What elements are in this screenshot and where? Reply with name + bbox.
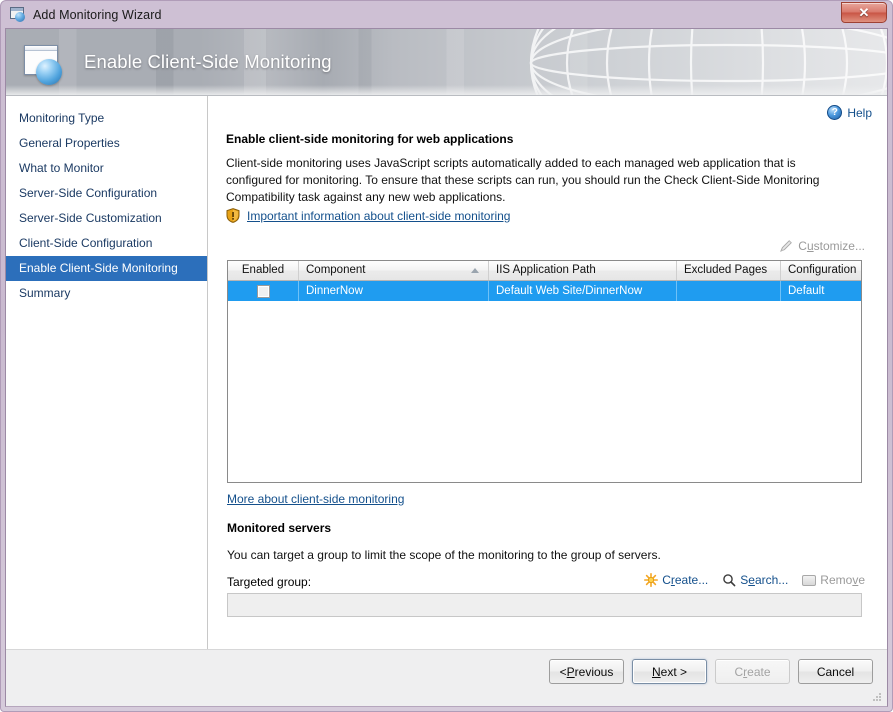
- column-header-iis-application-path[interactable]: IIS Application Path: [489, 261, 677, 280]
- create-group-button[interactable]: Create...: [644, 573, 708, 587]
- monitored-servers-description: You can target a group to limit the scop…: [227, 548, 661, 562]
- help-icon: ?: [827, 105, 842, 120]
- footer-buttons: < Previous Next > Create Cancel: [549, 659, 873, 684]
- table-row[interactable]: DinnerNow Default Web Site/DinnerNow Def…: [228, 281, 861, 302]
- customize-button[interactable]: Customize...: [779, 239, 865, 253]
- more-about-link[interactable]: More about client-side monitoring: [227, 492, 404, 506]
- grid-header-row: Enabled Component IIS Application Path E…: [228, 261, 861, 281]
- resize-grip[interactable]: [871, 691, 883, 703]
- row-iis-application-path-cell: Default Web Site/DinnerNow: [489, 281, 677, 301]
- close-button[interactable]: ✕: [841, 2, 887, 23]
- window-icon: [10, 7, 27, 22]
- client-area: Enable Client-Side Monitoring Monitoring…: [5, 28, 888, 707]
- wizard-window: Add Monitoring Wizard ✕: [0, 0, 893, 712]
- next-button[interactable]: Next >: [632, 659, 707, 684]
- content-pane: ? Help Enable client-side monitoring for…: [208, 96, 887, 649]
- title-bar: Add Monitoring Wizard ✕: [5, 1, 888, 28]
- cancel-button[interactable]: Cancel: [798, 659, 873, 684]
- column-header-excluded-pages[interactable]: Excluded Pages: [677, 261, 781, 280]
- help-link[interactable]: ? Help: [827, 105, 872, 120]
- important-information-label: Important information about client-side …: [247, 209, 510, 223]
- targeted-group-field[interactable]: [227, 593, 862, 617]
- row-configuration-cell: Default: [781, 281, 861, 301]
- help-label: Help: [847, 106, 872, 120]
- create-button[interactable]: Create: [715, 659, 790, 684]
- remove-icon: [802, 575, 816, 586]
- wizard-step-nav: Monitoring Type General Properties What …: [6, 96, 208, 649]
- create-group-label: Create...: [662, 573, 708, 587]
- sidebar-item-summary[interactable]: Summary: [6, 281, 207, 306]
- previous-button[interactable]: < Previous: [549, 659, 624, 684]
- remove-group-label: Remove: [820, 573, 865, 587]
- wizard-banner: Enable Client-Side Monitoring: [6, 29, 887, 96]
- sun-icon: [644, 573, 658, 587]
- banner-title: Enable Client-Side Monitoring: [84, 29, 332, 95]
- warning-shield-icon: [226, 208, 240, 223]
- magnifier-icon: [722, 573, 736, 587]
- wizard-footer: < Previous Next > Create Cancel: [6, 649, 887, 706]
- row-excluded-pages-cell: [677, 281, 781, 301]
- window-title: Add Monitoring Wizard: [33, 8, 162, 22]
- customize-label: Customize...: [798, 239, 865, 253]
- column-header-component-label: Component: [306, 264, 365, 276]
- sidebar-item-monitoring-type[interactable]: Monitoring Type: [6, 106, 207, 131]
- important-information-link[interactable]: Important information about client-side …: [226, 208, 510, 223]
- sidebar-item-client-side-configuration[interactable]: Client-Side Configuration: [6, 231, 207, 256]
- row-enabled-cell[interactable]: [228, 281, 299, 301]
- close-icon: ✕: [859, 6, 870, 19]
- group-actions: Create... Search... Remove: [644, 573, 865, 587]
- monitored-servers-heading: Monitored servers: [227, 521, 331, 535]
- banner-sphere-icon: [24, 45, 68, 85]
- targeted-group-label: Targeted group:: [227, 575, 311, 589]
- components-grid[interactable]: Enabled Component IIS Application Path E…: [227, 260, 862, 483]
- row-component-cell: DinnerNow: [299, 281, 489, 301]
- sort-ascending-icon: [471, 268, 479, 273]
- enabled-checkbox[interactable]: [257, 285, 270, 298]
- sidebar-item-general-properties[interactable]: General Properties: [6, 131, 207, 156]
- column-header-component[interactable]: Component: [299, 261, 489, 280]
- pencil-icon: [779, 239, 793, 253]
- column-header-configuration[interactable]: Configuration: [781, 261, 861, 280]
- search-group-label: Search...: [740, 573, 788, 587]
- page-description: Client-side monitoring uses JavaScript s…: [226, 155, 852, 206]
- column-header-enabled[interactable]: Enabled: [228, 261, 299, 280]
- remove-group-button[interactable]: Remove: [802, 573, 865, 587]
- search-group-button[interactable]: Search...: [722, 573, 788, 587]
- sidebar-item-server-side-customization[interactable]: Server-Side Customization: [6, 206, 207, 231]
- sidebar-item-enable-client-side-monitoring[interactable]: Enable Client-Side Monitoring: [6, 256, 207, 281]
- body: Monitoring Type General Properties What …: [6, 96, 887, 649]
- sidebar-item-server-side-configuration[interactable]: Server-Side Configuration: [6, 181, 207, 206]
- page-title: Enable client-side monitoring for web ap…: [226, 132, 513, 146]
- sidebar-item-what-to-monitor[interactable]: What to Monitor: [6, 156, 207, 181]
